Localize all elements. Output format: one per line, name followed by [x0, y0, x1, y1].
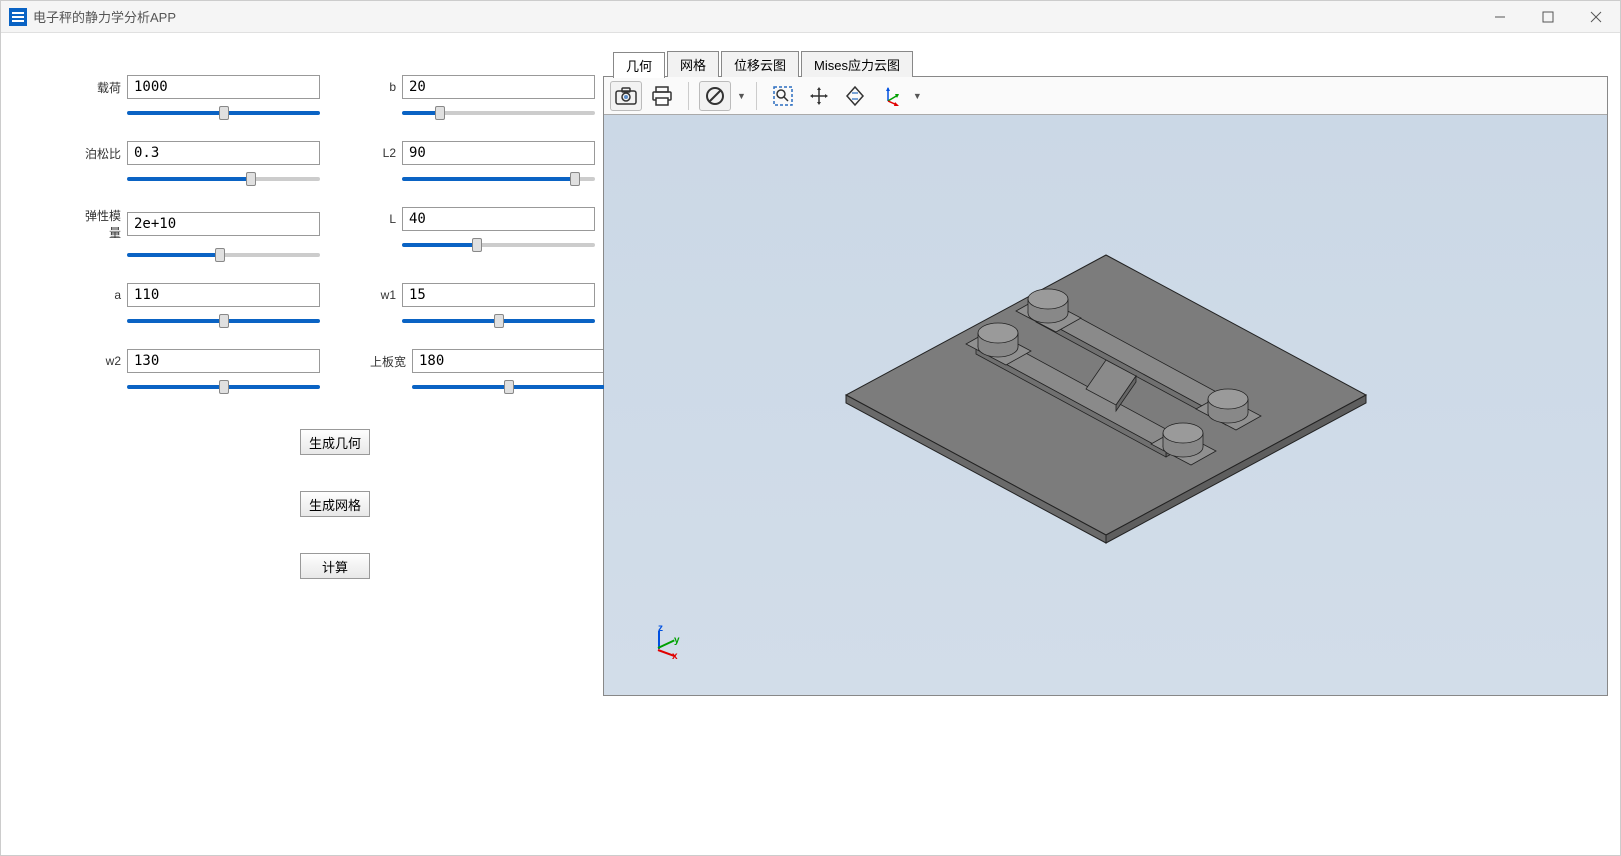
- generate-mesh-button[interactable]: 生成网格: [300, 491, 370, 517]
- tab-geometry[interactable]: 几何: [613, 52, 665, 78]
- generate-geometry-button[interactable]: 生成几何: [300, 429, 370, 455]
- print-button[interactable]: [646, 81, 678, 111]
- window-title: 电子秤的静力学分析APP: [33, 7, 1476, 26]
- toolbar-separator: [756, 82, 757, 110]
- minimize-button[interactable]: [1476, 1, 1524, 33]
- axis-gizmo: z y x: [644, 625, 684, 665]
- param-input-load[interactable]: [127, 75, 320, 99]
- param-slider-w1[interactable]: [402, 319, 595, 323]
- forbid-button[interactable]: [699, 81, 731, 111]
- param-input-a[interactable]: [127, 283, 320, 307]
- app-window: 电子秤的静力学分析APP 载荷 b: [0, 0, 1621, 856]
- window-controls: [1476, 1, 1620, 33]
- axis-label-z: z: [658, 623, 663, 634]
- chevron-down-icon[interactable]: ▼: [737, 91, 746, 101]
- param-label-load: 载荷: [85, 79, 127, 96]
- param-label-w2: w2: [85, 354, 127, 368]
- param-slider-l[interactable]: [402, 243, 595, 247]
- chevron-down-icon[interactable]: ▼: [913, 91, 922, 101]
- close-button[interactable]: [1572, 1, 1620, 33]
- param-label-emod: 弹性模量: [85, 207, 127, 241]
- geometry-model: [826, 225, 1386, 585]
- tab-mises[interactable]: Mises应力云图: [801, 51, 913, 77]
- param-label-poisson: 泊松比: [85, 145, 127, 162]
- param-slider-l2[interactable]: [402, 177, 595, 181]
- maximize-button[interactable]: [1524, 1, 1572, 33]
- 3d-viewport[interactable]: z y x: [604, 115, 1607, 695]
- axes-orientation-button[interactable]: [875, 81, 907, 111]
- parameters-panel: 载荷 b 泊松比: [13, 45, 603, 843]
- viewer-frame: ▼: [603, 76, 1608, 696]
- param-slider-emod[interactable]: [127, 253, 320, 257]
- param-label-b: b: [360, 80, 402, 94]
- tab-displacement[interactable]: 位移云图: [721, 51, 799, 77]
- param-slider-a[interactable]: [127, 319, 320, 323]
- param-input-w1[interactable]: [402, 283, 595, 307]
- param-slider-w2[interactable]: [127, 385, 320, 389]
- tab-mesh[interactable]: 网格: [667, 51, 719, 77]
- viewer-panel: 几何 网格 位移云图 Mises应力云图 ▼: [603, 51, 1608, 843]
- param-label-plate-width: 上板宽: [360, 353, 412, 370]
- action-buttons: 生成几何 生成网格 计算: [300, 429, 573, 579]
- content-area: 载荷 b 泊松比: [1, 33, 1620, 855]
- viewer-tabs: 几何 网格 位移云图 Mises应力云图: [603, 51, 1608, 77]
- param-label-a: a: [85, 288, 127, 302]
- app-icon: [9, 8, 27, 26]
- screenshot-button[interactable]: [610, 81, 642, 111]
- param-label-w1: w1: [360, 288, 402, 302]
- zoom-box-button[interactable]: [767, 81, 799, 111]
- param-input-emod[interactable]: [127, 212, 320, 236]
- param-input-poisson[interactable]: [127, 141, 320, 165]
- param-input-b[interactable]: [402, 75, 595, 99]
- compute-button[interactable]: 计算: [300, 553, 370, 579]
- param-slider-load[interactable]: [127, 111, 320, 115]
- param-slider-b[interactable]: [402, 111, 595, 115]
- fit-view-button[interactable]: [839, 81, 871, 111]
- viewer-toolbar: ▼: [604, 77, 1607, 115]
- title-bar: 电子秤的静力学分析APP: [1, 1, 1620, 33]
- axis-label-y: y: [674, 635, 680, 646]
- param-slider-poisson[interactable]: [127, 177, 320, 181]
- param-input-l[interactable]: [402, 207, 595, 231]
- param-label-l: L: [360, 212, 402, 226]
- param-label-l2: L2: [360, 146, 402, 160]
- param-slider-plate-width[interactable]: [412, 385, 605, 389]
- param-input-l2[interactable]: [402, 141, 595, 165]
- param-input-w2[interactable]: [127, 349, 320, 373]
- toolbar-separator: [688, 82, 689, 110]
- pan-button[interactable]: [803, 81, 835, 111]
- axis-label-x: x: [672, 651, 678, 662]
- param-input-plate-width[interactable]: [412, 349, 605, 373]
